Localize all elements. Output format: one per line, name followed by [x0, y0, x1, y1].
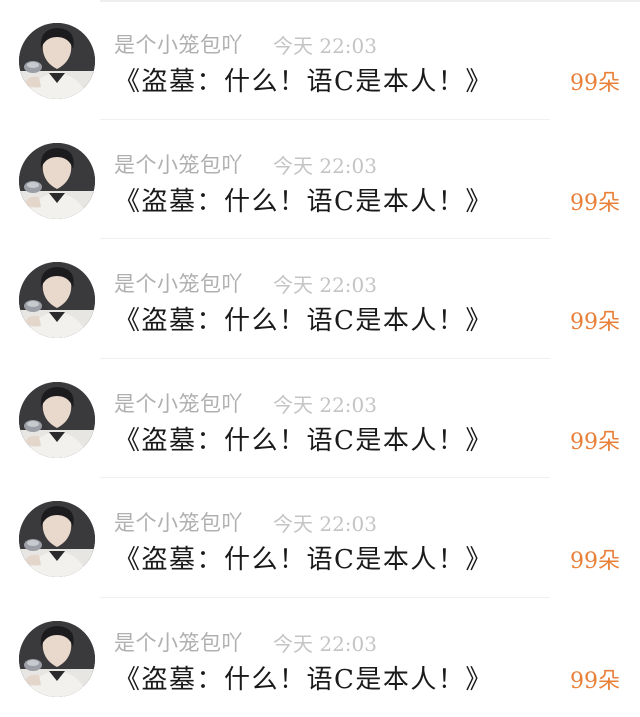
avatar-photo-icon: [19, 23, 95, 99]
flower-count: 99朵: [570, 185, 620, 217]
message-list: 是个小笼包吖 今天 22:03 《盗墓：什么！语C是本人！》 99朵 是个小笼包…: [0, 0, 640, 717]
avatar-photo-icon: [19, 143, 95, 219]
username[interactable]: 是个小笼包吖: [114, 507, 243, 537]
message-item[interactable]: 是个小笼包吖 今天 22:03 《盗墓：什么！语C是本人！》 99朵: [0, 359, 640, 479]
message-text: 《盗墓：什么！语C是本人！》: [114, 539, 493, 576]
timestamp: 今天 22:03: [273, 150, 377, 179]
timestamp: 今天 22:03: [273, 389, 377, 418]
message-item[interactable]: 是个小笼包吖 今天 22:03 《盗墓：什么！语C是本人！》 99朵: [0, 239, 640, 359]
timestamp: 今天 22:03: [273, 508, 377, 537]
username[interactable]: 是个小笼包吖: [114, 149, 243, 179]
message-text: 《盗墓：什么！语C是本人！》: [114, 181, 493, 218]
message-item[interactable]: 是个小笼包吖 今天 22:03 《盗墓：什么！语C是本人！》 99朵: [0, 598, 640, 717]
user-avatar[interactable]: [19, 382, 95, 458]
username[interactable]: 是个小笼包吖: [114, 627, 243, 657]
timestamp: 今天 22:03: [273, 30, 377, 59]
flower-count: 99朵: [570, 663, 620, 695]
avatar-photo-icon: [19, 262, 95, 338]
flower-count: 99朵: [570, 65, 620, 97]
message-text: 《盗墓：什么！语C是本人！》: [114, 300, 493, 337]
flower-count: 99朵: [570, 424, 620, 456]
avatar-photo-icon: [19, 501, 95, 577]
username[interactable]: 是个小笼包吖: [114, 29, 243, 59]
username[interactable]: 是个小笼包吖: [114, 388, 243, 418]
message-item[interactable]: 是个小笼包吖 今天 22:03 《盗墓：什么！语C是本人！》 99朵: [0, 478, 640, 598]
user-avatar[interactable]: [19, 501, 95, 577]
message-text: 《盗墓：什么！语C是本人！》: [114, 420, 493, 457]
user-avatar[interactable]: [19, 621, 95, 697]
username[interactable]: 是个小笼包吖: [114, 268, 243, 298]
message-item[interactable]: 是个小笼包吖 今天 22:03 《盗墓：什么！语C是本人！》 99朵: [0, 0, 640, 120]
timestamp: 今天 22:03: [273, 628, 377, 657]
flower-count: 99朵: [570, 543, 620, 575]
user-avatar[interactable]: [19, 262, 95, 338]
flower-count: 99朵: [570, 304, 620, 336]
user-avatar[interactable]: [19, 143, 95, 219]
avatar-photo-icon: [19, 621, 95, 697]
user-avatar[interactable]: [19, 23, 95, 99]
message-item[interactable]: 是个小笼包吖 今天 22:03 《盗墓：什么！语C是本人！》 99朵: [0, 120, 640, 240]
message-text: 《盗墓：什么！语C是本人！》: [114, 61, 493, 98]
message-text: 《盗墓：什么！语C是本人！》: [114, 659, 493, 696]
avatar-photo-icon: [19, 382, 95, 458]
timestamp: 今天 22:03: [273, 269, 377, 298]
